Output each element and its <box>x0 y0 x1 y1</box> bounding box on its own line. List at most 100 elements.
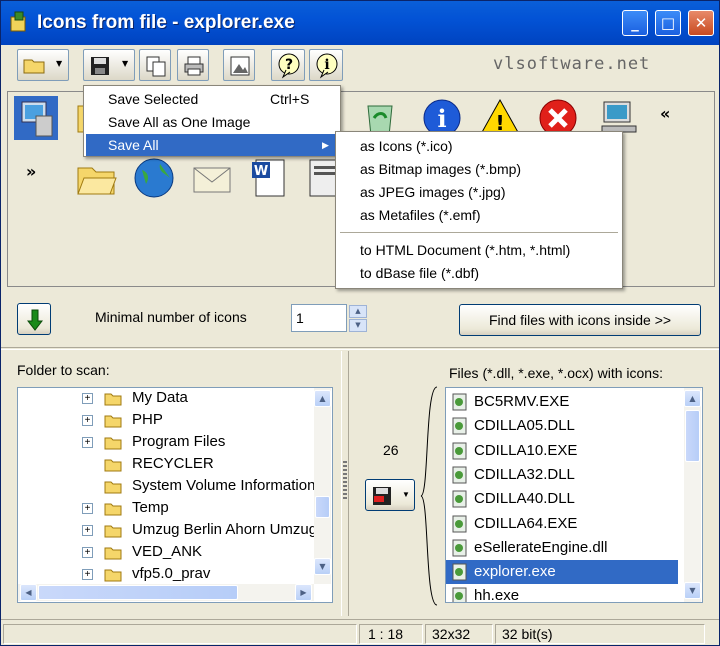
folder-name: PHP <box>132 411 163 428</box>
globe-icon[interactable] <box>132 156 176 200</box>
save-file-dropdown-button[interactable]: ▼ <box>365 479 415 511</box>
my-computer-icon[interactable] <box>14 96 58 140</box>
copy-icon <box>146 56 166 77</box>
submenu-item-jpg[interactable]: as JPEG images (*.jpg) <box>338 181 506 203</box>
splitter-grip <box>343 461 347 501</box>
file-list[interactable]: BC5RMV.EXE CDILLA05.DLL CDILLA10.EXE CDILLA… <box>445 387 703 603</box>
folder-tree-vscroll[interactable]: ▲ ▼ <box>314 388 331 584</box>
vertical-splitter[interactable] <box>341 351 349 616</box>
folder-tree-item[interactable]: RECYCLER <box>18 454 308 476</box>
folder-tree-item[interactable]: + VED_ANK <box>18 542 308 564</box>
nav-next-button[interactable]: » <box>26 162 36 181</box>
folder-name: vfp5.0_prav <box>132 565 211 582</box>
folder-icon <box>104 415 122 428</box>
scroll-up-button[interactable]: ▲ <box>684 390 701 407</box>
expand-icon[interactable]: + <box>82 503 93 514</box>
submenu-item-emf[interactable]: as Metafiles (*.emf) <box>338 204 481 226</box>
file-list-item[interactable]: CDILLA05.DLL <box>446 414 678 438</box>
expand-icon[interactable]: + <box>82 525 93 536</box>
file-list-item[interactable]: CDILLA32.DLL <box>446 463 678 487</box>
folder-tree[interactable]: + My Data + PHP + Program Files RECYCLER System… <box>17 387 333 603</box>
maximize-button[interactable]: □ <box>655 10 681 36</box>
open-folder-icon[interactable] <box>74 156 118 200</box>
menu-item-shortcut: Ctrl+S <box>270 91 310 107</box>
file-name: CDILLA32.DLL <box>474 465 575 483</box>
hscroll-thumb[interactable] <box>38 585 238 600</box>
folder-tree-item[interactable]: + PHP <box>18 410 308 432</box>
folder-tree-item[interactable]: + Program Files <box>18 432 308 454</box>
submenu-item-bmp[interactable]: as Bitmap images (*.bmp) <box>338 158 521 180</box>
mail-icon[interactable] <box>190 156 234 200</box>
submenu-item-dbf[interactable]: to dBase file (*.dbf) <box>338 262 479 284</box>
expand-icon[interactable]: + <box>82 437 93 448</box>
window-title: Icons from file - explorer.exe <box>37 12 295 33</box>
folder-name: Umzug Berlin Ahorn Umzug <box>132 521 314 538</box>
submenu-item-html[interactable]: to HTML Document (*.htm, *.html) <box>338 239 570 261</box>
scroll-down-button[interactable]: ▼ <box>684 582 701 599</box>
file-list-item[interactable]: CDILLA10.EXE <box>446 439 678 463</box>
horizontal-splitter[interactable] <box>1 347 719 350</box>
menu-item-save-all-one-image[interactable]: Save All as One Image <box>86 111 338 133</box>
expand-icon[interactable]: + <box>82 415 93 426</box>
file-name: CDILLA64.EXE <box>474 514 578 532</box>
file-list-item[interactable]: CDILLA64.EXE <box>446 512 678 536</box>
scroll-thumb[interactable] <box>315 496 330 518</box>
expand-icon[interactable]: + <box>82 547 93 558</box>
file-list-item[interactable]: hh.exe <box>446 584 678 602</box>
min-icons-input[interactable] <box>291 304 347 332</box>
chevron-down-icon: ▼ <box>402 490 410 499</box>
nav-prev-button[interactable]: « <box>660 104 670 123</box>
menu-item-save-selected[interactable]: Save Selected Ctrl+S <box>86 88 338 110</box>
copy-button[interactable] <box>139 49 171 81</box>
file-list-vscroll[interactable]: ▲ ▼ <box>684 388 701 602</box>
submenu-item-ico[interactable]: as Icons (*.ico) <box>338 135 453 157</box>
chevron-down-icon: ▼ <box>56 59 63 68</box>
folder-icon <box>104 547 122 560</box>
file-name: CDILLA05.DLL <box>474 417 575 435</box>
file-name: CDILLA40.DLL <box>474 490 575 508</box>
file-list-item[interactable]: eSellerateEngine.dll <box>446 536 678 560</box>
spin-up-button[interactable]: ▲ <box>349 305 367 318</box>
folder-tree-item[interactable]: System Volume Information <box>18 476 314 498</box>
brace-decoration <box>420 386 438 606</box>
file-icon <box>452 466 467 484</box>
status-main <box>3 624 357 644</box>
scroll-right-button[interactable]: ▶ <box>295 584 312 601</box>
open-dropdown-button[interactable]: ▼ <box>17 49 69 81</box>
down-arrow-button[interactable] <box>17 303 51 335</box>
folder-icon <box>104 503 122 516</box>
svg-text:W: W <box>254 164 268 179</box>
print-button[interactable] <box>177 49 209 81</box>
find-files-button[interactable]: Find files with icons inside >> <box>459 304 701 336</box>
file-list-item[interactable]: explorer.exe <box>446 560 678 585</box>
folder-tree-item[interactable]: + My Data <box>18 388 308 410</box>
chevron-down-icon: ▼ <box>122 59 129 68</box>
scroll-left-button[interactable]: ◀ <box>20 584 37 601</box>
spin-down-button[interactable]: ▼ <box>349 319 367 332</box>
status-ratio: 1 : 18 <box>359 624 423 644</box>
printer-icon <box>184 56 204 76</box>
menu-item-save-all[interactable]: Save All ▶ <box>86 134 338 156</box>
file-list-item[interactable]: CDILLA40.DLL <box>446 487 678 511</box>
arrow-down-icon <box>27 309 43 331</box>
picture-icon <box>230 56 250 76</box>
about-button[interactable]: i <box>309 49 343 81</box>
folder-tree-item[interactable]: + Umzug Berlin Ahorn Umzug <box>18 520 314 542</box>
expand-icon[interactable]: + <box>82 393 93 404</box>
close-button[interactable]: ✕ <box>688 10 714 36</box>
save-dropdown-button[interactable]: ▼ <box>83 49 135 81</box>
scroll-up-button[interactable]: ▲ <box>314 390 331 407</box>
scroll-thumb[interactable] <box>685 410 700 462</box>
scroll-down-button[interactable]: ▼ <box>314 558 331 575</box>
image-button[interactable] <box>223 49 255 81</box>
folder-tree-item[interactable]: + Temp <box>18 498 308 520</box>
menu-separator <box>340 232 618 233</box>
folder-tree-hscroll[interactable]: ◀ ▶ <box>18 584 314 601</box>
title-bar[interactable]: Icons from file - explorer.exe _ □ ✕ <box>1 1 719 45</box>
file-list-item[interactable]: BC5RMV.EXE <box>446 390 678 414</box>
folder-tree-item[interactable]: + vfp5.0_prav <box>18 564 308 584</box>
expand-icon[interactable]: + <box>82 569 93 580</box>
help-button[interactable]: ? <box>271 49 305 81</box>
minimize-button[interactable]: _ <box>622 10 648 36</box>
word-document-icon[interactable]: W <box>248 156 292 200</box>
